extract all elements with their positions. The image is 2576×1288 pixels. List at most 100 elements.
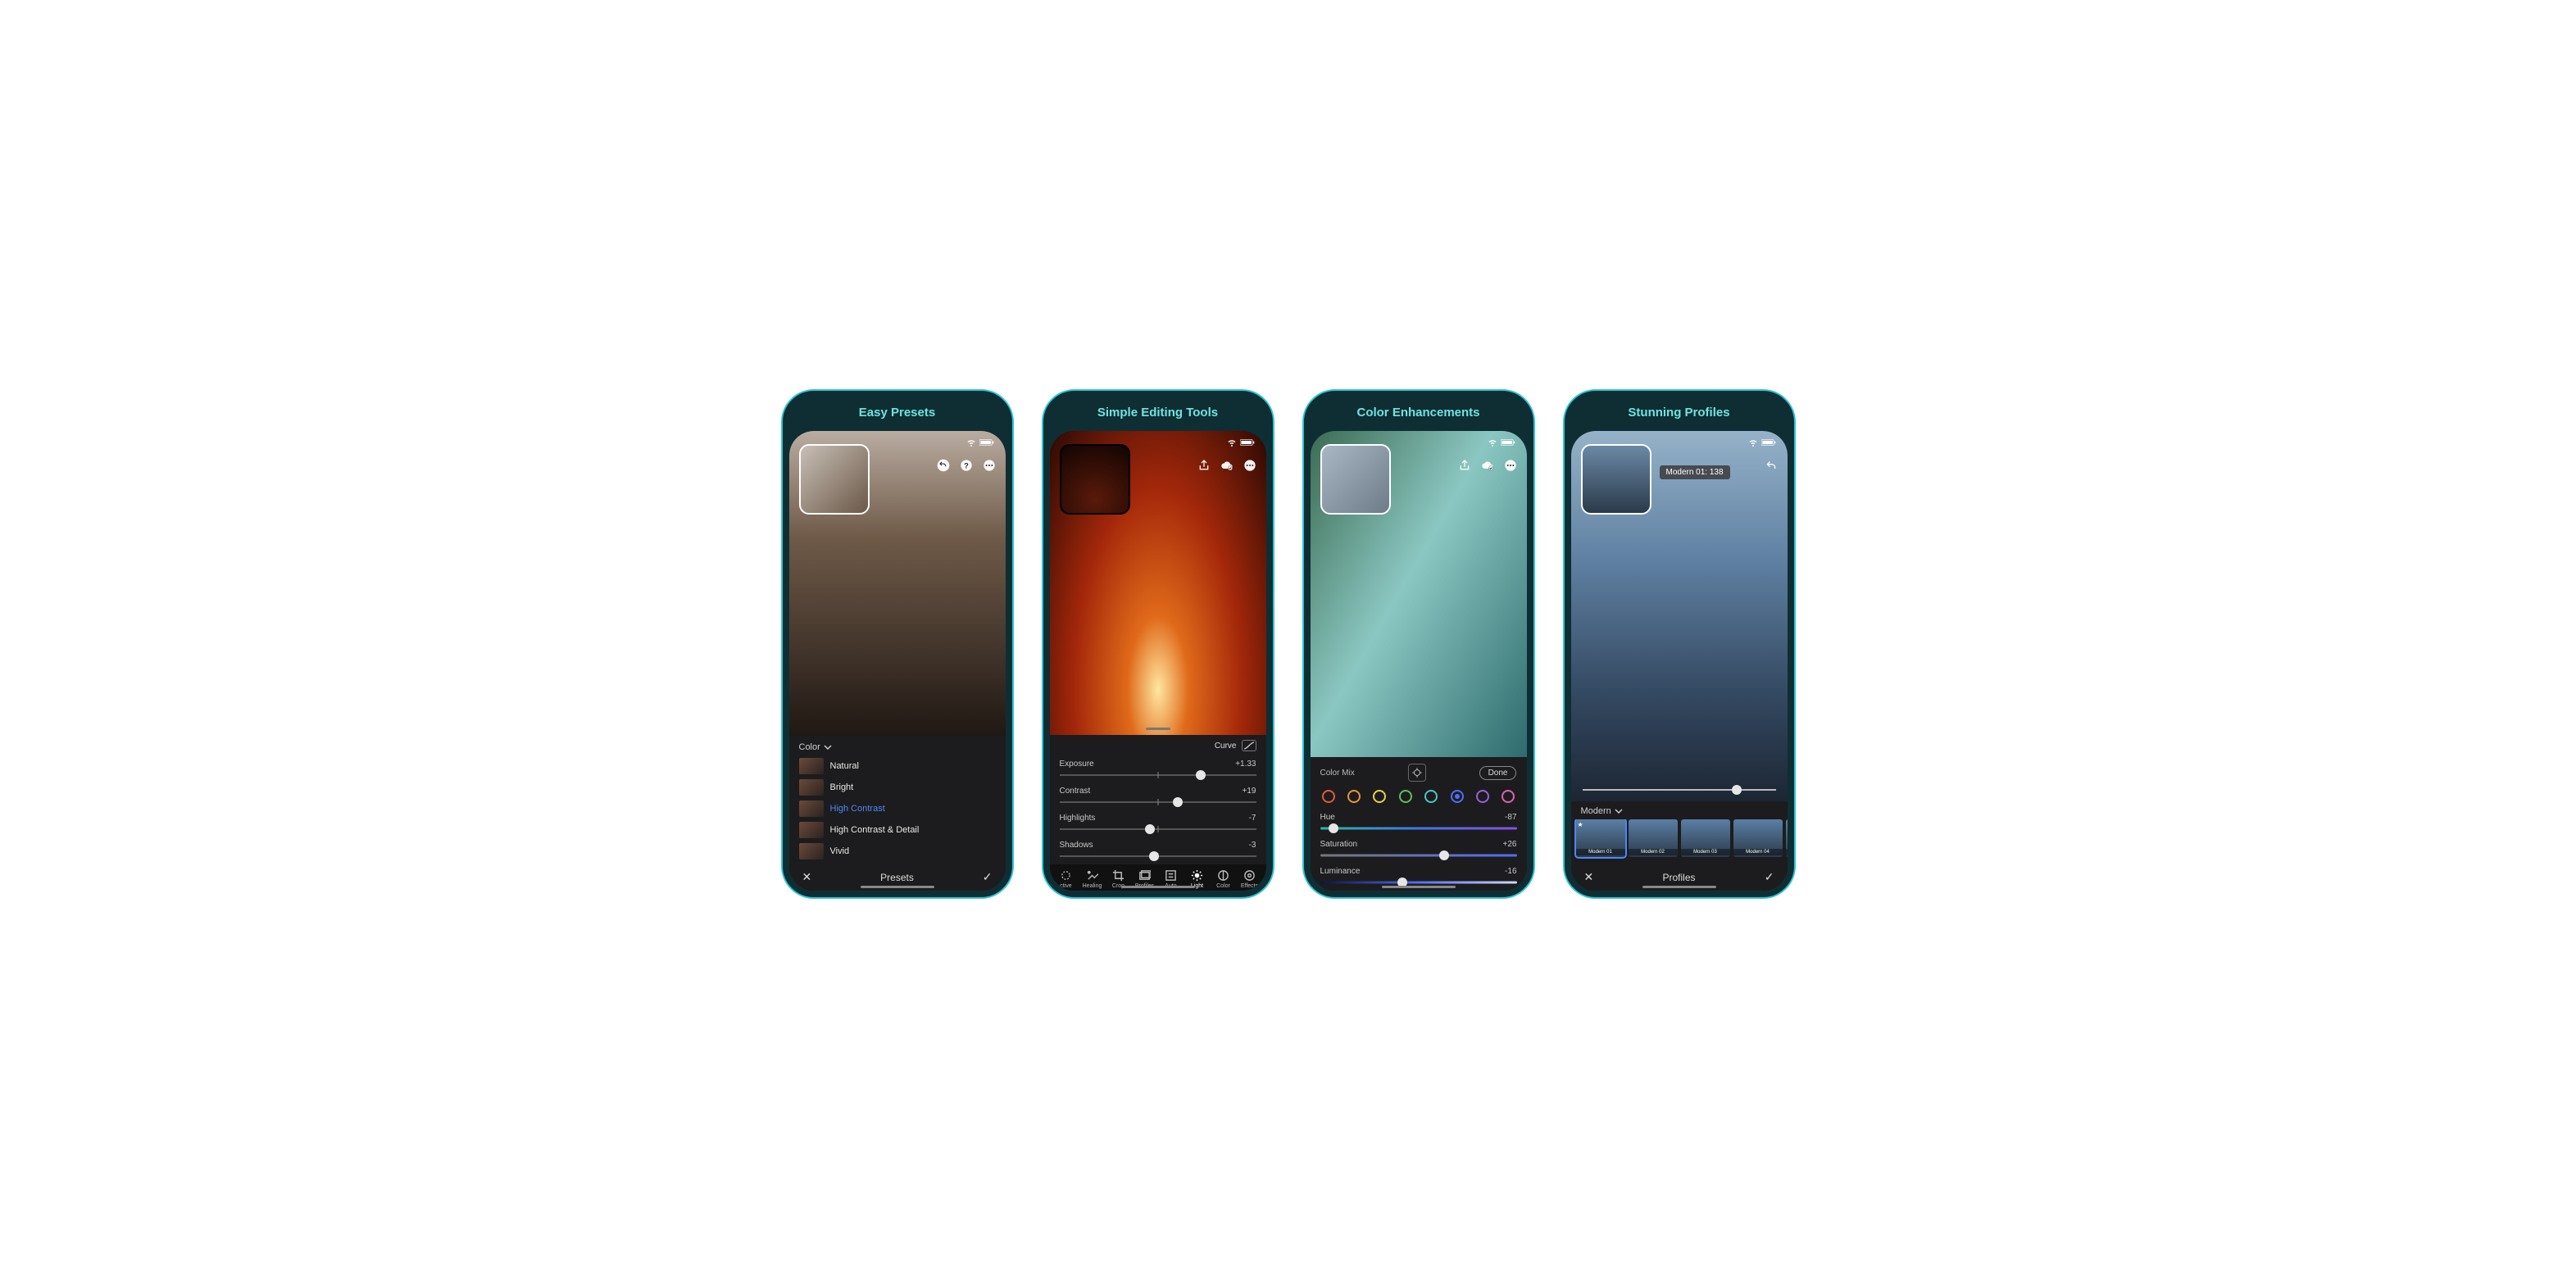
done-button[interactable]: Done	[1479, 766, 1517, 780]
color-swatch[interactable]	[1347, 790, 1361, 803]
more-icon[interactable]	[983, 459, 996, 472]
tool-effects[interactable]: Effects	[1237, 869, 1263, 889]
profiles-icon	[1138, 869, 1151, 882]
slider-label: Luminance	[1320, 867, 1361, 876]
card-heading: Simple Editing Tools	[1050, 406, 1266, 420]
panel-title: Profiles	[1662, 872, 1695, 883]
color-swatches	[1311, 785, 1527, 810]
auto-icon	[1165, 869, 1177, 882]
slider-hue[interactable]: Hue-87	[1311, 810, 1527, 837]
confirm-icon[interactable]: ✓	[1765, 870, 1774, 884]
color-swatch[interactable]	[1373, 790, 1386, 803]
phone-screen: ? Color Natural BrightHigh Contrast High C…	[789, 431, 1006, 891]
chevron-down-icon	[1615, 807, 1623, 815]
wifi-icon	[1488, 438, 1497, 447]
undo-icon[interactable]	[937, 459, 950, 472]
preset-item[interactable]: Vivid	[789, 841, 1006, 862]
slider-value: -87	[1505, 813, 1516, 822]
before-thumbnail[interactable]	[799, 444, 870, 515]
more-icon[interactable]	[1504, 459, 1517, 472]
slider-value: +19	[1243, 787, 1256, 796]
share-icon[interactable]	[1458, 459, 1471, 472]
selective-icon	[1060, 869, 1072, 882]
color-swatch[interactable]	[1424, 790, 1438, 803]
light-icon	[1191, 869, 1203, 882]
cloud-check-icon[interactable]	[1220, 459, 1233, 472]
curve-toggle[interactable]: Curve	[1050, 735, 1266, 756]
profile-thumbnail[interactable]: ★Modern 01	[1576, 819, 1625, 857]
panel-handle[interactable]	[1146, 728, 1170, 730]
preset-label: High Contrast & Detail	[830, 825, 920, 835]
confirm-icon[interactable]: ✓	[983, 870, 993, 884]
home-indicator[interactable]	[1121, 886, 1195, 888]
color-swatch[interactable]	[1322, 790, 1335, 803]
tool-color[interactable]: Color	[1211, 869, 1237, 889]
color-swatch[interactable]	[1399, 790, 1412, 803]
target-adjustment-button[interactable]	[1408, 764, 1426, 782]
preset-thumbnail	[799, 779, 824, 796]
preset-item[interactable]: Bright	[789, 777, 1006, 798]
home-indicator[interactable]	[861, 886, 934, 888]
slider-shadows[interactable]: Shadows-3	[1050, 837, 1266, 864]
profile-category-label: Modern	[1581, 806, 1611, 816]
profile-thumbnail[interactable]: Modern 02	[1629, 819, 1678, 857]
promo-card-presets: Easy Presets ? Color NaturalBrightHigh C…	[781, 389, 1014, 899]
preset-label: Natural	[830, 761, 859, 771]
wifi-icon	[1227, 438, 1237, 447]
profile-category[interactable]: Modern	[1571, 801, 1788, 819]
profile-thumbnail[interactable]: Modern 04	[1733, 819, 1783, 857]
preset-list: Natural BrightHigh Contrast High Contrast …	[789, 755, 1006, 862]
tool-label: Color	[1216, 883, 1230, 889]
preset-thumbnail	[799, 822, 824, 838]
preset-item[interactable]: High Contrast & Detail	[789, 819, 1006, 841]
share-icon[interactable]	[1197, 459, 1211, 472]
panel-title: Presets	[880, 872, 914, 883]
slider-contrast[interactable]: Contrast +19	[1050, 783, 1266, 810]
color-swatch[interactable]	[1451, 790, 1464, 803]
slider-label: Highlights	[1060, 814, 1096, 823]
slider-saturation[interactable]: Saturation+26	[1311, 837, 1527, 864]
home-indicator[interactable]	[1642, 886, 1716, 888]
slider-label: Contrast	[1060, 787, 1091, 796]
svg-text:?: ?	[964, 461, 969, 469]
color-swatch[interactable]	[1476, 790, 1489, 803]
before-thumbnail[interactable]	[1581, 444, 1651, 515]
slider-highlights[interactable]: Highlights-7	[1050, 810, 1266, 837]
before-thumbnail[interactable]	[1060, 444, 1130, 515]
slider-value: -3	[1249, 841, 1256, 850]
preset-item[interactable]: High Contrast	[789, 798, 1006, 819]
slider-label: Saturation	[1320, 840, 1358, 849]
profile-label: Modern 03	[1681, 849, 1730, 855]
presets-panel: Color Natural BrightHigh Contrast High Con…	[789, 736, 1006, 891]
tool-label: Healing	[1083, 883, 1102, 889]
tool-ctive[interactable]: ctive	[1053, 869, 1079, 889]
preset-category[interactable]: Color	[789, 736, 1006, 755]
profile-strip[interactable]: ★Modern 01Modern 02Modern 03Modern 04Mo	[1571, 819, 1788, 862]
color-mix-panel: Color Mix Done Hue-87Saturation+26Lumina…	[1311, 757, 1527, 891]
battery-icon	[1240, 438, 1255, 447]
before-thumbnail[interactable]	[1320, 444, 1391, 515]
color-swatch[interactable]	[1502, 790, 1515, 803]
top-actions	[1765, 459, 1778, 472]
profile-thumbnail[interactable]: Mo	[1786, 819, 1788, 857]
phone-screen: Modern 01: 138 Modern ★Modern 01Modern 0…	[1571, 431, 1788, 891]
close-icon[interactable]: ✕	[1584, 870, 1594, 884]
home-indicator[interactable]	[1382, 886, 1456, 888]
undo-icon[interactable]	[1765, 459, 1778, 472]
profile-intensity-chip: Modern 01: 138	[1660, 465, 1730, 479]
close-icon[interactable]: ✕	[802, 870, 812, 884]
preset-item[interactable]: Natural	[789, 755, 1006, 777]
tool-healing[interactable]: Healing	[1079, 869, 1106, 889]
preset-thumbnail	[799, 758, 824, 774]
intensity-slider[interactable]	[1583, 783, 1776, 796]
color-icon	[1217, 869, 1229, 882]
help-icon[interactable]: ?	[960, 459, 973, 472]
card-heading: Color Enhancements	[1311, 406, 1527, 420]
more-icon[interactable]	[1243, 459, 1256, 472]
preset-thumbnail	[799, 800, 824, 817]
profile-thumbnail[interactable]: Modern 03	[1681, 819, 1730, 857]
slider-exposure[interactable]: Exposure+1.33	[1050, 756, 1266, 783]
crop-icon	[1112, 869, 1124, 882]
cloud-check-icon[interactable]	[1481, 459, 1494, 472]
profile-label: Mo	[1786, 849, 1788, 855]
